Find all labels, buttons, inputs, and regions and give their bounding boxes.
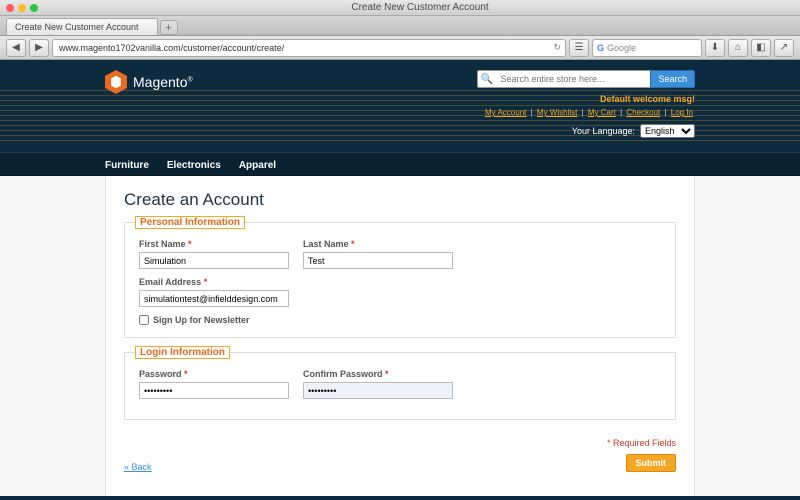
link-log-in[interactable]: Log In xyxy=(671,108,693,117)
logo[interactable]: Magento® xyxy=(105,70,193,94)
browser-toolbar: ◀ ▶ www.magento1702vanilla.com/customer/… xyxy=(0,36,800,60)
tab-label: Create New Customer Account xyxy=(15,22,139,32)
search-button[interactable]: Search xyxy=(650,70,695,88)
email-input[interactable] xyxy=(139,290,289,307)
google-icon: G xyxy=(597,43,604,53)
forward-button[interactable]: ▶ xyxy=(29,39,49,57)
site-header: Magento® 🔍 Search Default welcome msg! M… xyxy=(0,60,800,152)
search-icon: 🔍 xyxy=(477,70,495,88)
address-bar[interactable]: www.magento1702vanilla.com/customer/acco… xyxy=(52,39,566,57)
first-name-input[interactable] xyxy=(139,252,289,269)
window-titlebar: Create New Customer Account xyxy=(0,0,800,16)
confirm-password-input[interactable] xyxy=(303,382,453,399)
link-my-account[interactable]: My Account xyxy=(485,108,526,117)
confirm-password-label: Confirm Password * xyxy=(303,369,453,379)
traffic-lights xyxy=(6,4,38,12)
legend-personal: Personal Information xyxy=(135,216,245,229)
logo-icon xyxy=(105,70,127,94)
browser-search[interactable]: GGoogle xyxy=(592,39,702,57)
new-tab-button[interactable]: + xyxy=(160,20,178,35)
zoom-window-icon[interactable] xyxy=(30,4,38,12)
submit-button[interactable]: Submit xyxy=(626,454,677,472)
close-window-icon[interactable] xyxy=(6,4,14,12)
minimize-window-icon[interactable] xyxy=(18,4,26,12)
page-viewport: Magento® 🔍 Search Default welcome msg! M… xyxy=(0,60,800,500)
language-selector: Your Language: English xyxy=(572,124,695,138)
fieldset-login: Login Information Password * Confirm Pas… xyxy=(124,352,676,420)
browser-tab[interactable]: Create New Customer Account xyxy=(6,18,158,35)
welcome-message: Default welcome msg! xyxy=(600,94,695,104)
nav-furniture[interactable]: Furniture xyxy=(105,160,149,171)
home-icon[interactable]: ⌂ xyxy=(728,39,748,57)
share-icon[interactable]: ↗ xyxy=(774,39,794,57)
brand-name: Magento xyxy=(133,74,187,90)
download-icon[interactable]: ⬇ xyxy=(705,39,725,57)
legend-login: Login Information xyxy=(135,346,230,359)
link-checkout[interactable]: Checkout xyxy=(626,108,660,117)
fieldset-personal: Personal Information First Name * Last N… xyxy=(124,222,676,338)
url-text: www.magento1702vanilla.com/customer/acco… xyxy=(59,43,284,53)
browser-search-placeholder: Google xyxy=(607,43,636,53)
newsletter-checkbox-label[interactable]: Sign Up for Newsletter xyxy=(139,315,661,325)
newsletter-label-text: Sign Up for Newsletter xyxy=(153,315,250,325)
language-select[interactable]: English xyxy=(640,124,695,138)
password-input[interactable] xyxy=(139,382,289,399)
last-name-input[interactable] xyxy=(303,252,453,269)
language-label: Your Language: xyxy=(572,126,635,136)
browser-tabbar: Create New Customer Account + xyxy=(0,16,800,36)
page-content: Create an Account Personal Information F… xyxy=(0,176,800,496)
registered-icon: ® xyxy=(187,76,192,83)
search-input[interactable] xyxy=(495,70,650,88)
main-nav: Furniture Electronics Apparel xyxy=(0,152,800,176)
nav-electronics[interactable]: Electronics xyxy=(167,160,221,171)
back-link[interactable]: « Back xyxy=(124,462,152,472)
link-my-cart[interactable]: My Cart xyxy=(588,108,616,117)
extension-icon[interactable]: ◧ xyxy=(751,39,771,57)
reader-icon[interactable]: ☰ xyxy=(569,39,589,57)
last-name-label: Last Name * xyxy=(303,239,453,249)
form-footer: « Back * Required Fields Submit xyxy=(124,438,676,472)
site-search: 🔍 Search xyxy=(477,70,695,88)
newsletter-checkbox[interactable] xyxy=(139,315,149,325)
top-links: My Account | My Wishlist | My Cart | Che… xyxy=(483,108,695,117)
first-name-label: First Name * xyxy=(139,239,289,249)
link-my-wishlist[interactable]: My Wishlist xyxy=(537,108,577,117)
page-title: Create an Account xyxy=(124,190,676,210)
password-label: Password * xyxy=(139,369,289,379)
window-title: Create New Customer Account xyxy=(46,2,794,13)
required-note: * Required Fields xyxy=(607,438,676,448)
back-button[interactable]: ◀ xyxy=(6,39,26,57)
email-label: Email Address * xyxy=(139,277,289,287)
nav-apparel[interactable]: Apparel xyxy=(239,160,276,171)
